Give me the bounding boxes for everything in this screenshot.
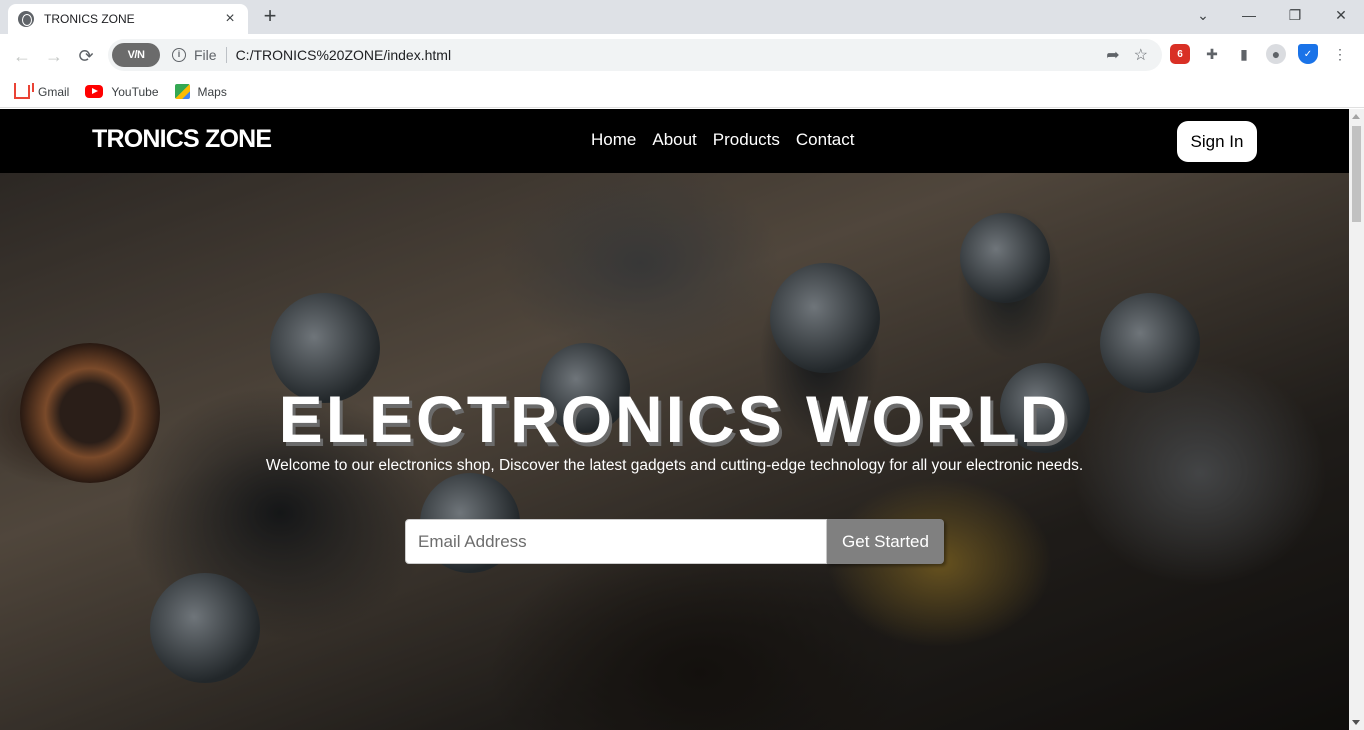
share-icon[interactable]: ➦ <box>1106 45 1119 65</box>
tab-search-icon[interactable]: ⌄ <box>1180 0 1226 30</box>
divider <box>225 47 227 63</box>
scrollbar-thumb[interactable] <box>1352 126 1361 222</box>
restore-button[interactable]: ❐ <box>1272 0 1318 30</box>
get-started-button[interactable]: Get Started <box>827 519 944 564</box>
info-icon[interactable]: i <box>172 48 186 62</box>
background-capacitor <box>150 573 260 683</box>
address-bar[interactable]: V/N i File C:/TRONICS%20ZONE/index.html … <box>108 39 1162 71</box>
bookmark-youtube[interactable]: YouTube <box>85 84 159 99</box>
puzzle-extensions-icon[interactable]: ✚ <box>1202 44 1222 64</box>
globe-icon <box>18 11 34 27</box>
close-tab-icon[interactable]: × <box>222 11 238 27</box>
nav-contact-link[interactable]: Contact <box>796 130 855 150</box>
hero-subtitle: Welcome to our electronics shop, Discove… <box>265 457 1084 474</box>
email-input[interactable] <box>405 519 827 564</box>
minimize-button[interactable]: — <box>1226 0 1272 30</box>
youtube-icon <box>85 85 104 98</box>
reload-button[interactable]: ⟳ <box>72 42 100 70</box>
page-viewport: TRONICS ZONE Home About Products Contact… <box>0 109 1349 730</box>
side-panel-icon[interactable]: ▮ <box>1234 44 1254 64</box>
browser-tab[interactable]: TRONICS ZONE × <box>8 4 248 34</box>
tab-title: TRONICS ZONE <box>44 12 135 26</box>
adblock-extension-icon[interactable]: 6 <box>1170 44 1190 64</box>
site-navbar: TRONICS ZONE Home About Products Contact… <box>0 109 1349 173</box>
scroll-down-arrow-icon[interactable] <box>1352 720 1360 725</box>
nav-home-link[interactable]: Home <box>591 130 636 150</box>
bookmark-label: Gmail <box>38 84 70 99</box>
browser-toolbar: ← → ⟳ V/N i File C:/TRONICS%20ZONE/index… <box>0 34 1364 76</box>
bookmark-maps[interactable]: Maps <box>174 84 227 99</box>
browser-tab-strip: TRONICS ZONE × + ⌄ — ❐ ✕ <box>0 0 1364 34</box>
hero-heading: ELECTRONICS WORLD <box>278 382 1071 456</box>
close-window-button[interactable]: ✕ <box>1318 0 1364 30</box>
url-text[interactable]: C:/TRONICS%20ZONE/index.html <box>236 47 1107 63</box>
background-capacitor <box>960 213 1050 303</box>
signup-form: Get Started <box>405 519 944 564</box>
background-capacitor <box>1100 293 1200 393</box>
site-logo[interactable]: TRONICS ZONE <box>92 125 272 154</box>
bookmark-label: Maps <box>197 84 227 99</box>
shield-extension-icon[interactable]: ✓ <box>1298 44 1318 64</box>
menu-kebab-icon[interactable]: ⋮ <box>1330 44 1350 64</box>
forward-button[interactable]: → <box>40 42 68 70</box>
hero-section: ELECTRONICS WORLD Welcome to our electro… <box>0 173 1349 730</box>
extensions-area: 6 ✚ ▮ ● ✓ ⋮ <box>1170 44 1350 64</box>
nav-about-link[interactable]: About <box>652 130 696 150</box>
url-scheme-label: File <box>194 47 217 63</box>
back-button[interactable]: ← <box>8 42 36 70</box>
vpn-extension-icon[interactable]: V/N <box>112 43 160 67</box>
bookmarks-bar: Gmail YouTube Maps <box>0 76 1364 108</box>
sign-in-button[interactable]: Sign In <box>1177 121 1257 162</box>
scroll-up-arrow-icon[interactable] <box>1352 114 1360 119</box>
maps-icon <box>174 84 190 99</box>
new-tab-button[interactable]: + <box>258 5 282 29</box>
page-scrollbar[interactable] <box>1349 109 1364 730</box>
bookmark-gmail[interactable]: Gmail <box>14 82 70 99</box>
bookmark-star-icon[interactable]: ☆ <box>1134 45 1148 65</box>
nav-products-link[interactable]: Products <box>713 130 780 150</box>
profile-avatar-icon[interactable]: ● <box>1266 44 1286 64</box>
background-capacitor <box>770 263 880 373</box>
main-menu: Home About Products Contact <box>591 130 854 150</box>
bookmark-label: YouTube <box>111 84 159 99</box>
window-controls: ⌄ — ❐ ✕ <box>1180 0 1364 34</box>
gmail-icon <box>14 82 34 99</box>
